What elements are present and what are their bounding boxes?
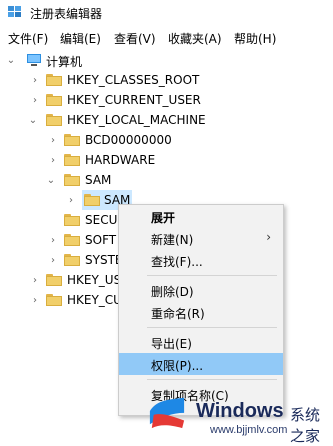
folder-icon bbox=[46, 74, 62, 86]
menu-help[interactable]: 帮助(H) bbox=[234, 30, 276, 47]
tree-item-hku[interactable]: › HKEY_US bbox=[0, 270, 122, 290]
menu-item-new[interactable]: 新建(N) › bbox=[119, 227, 283, 249]
tree-label: HKEY_US bbox=[67, 273, 122, 287]
folder-icon bbox=[64, 174, 80, 186]
tree-item-hkcu[interactable]: › HKEY_CURRENT_USER bbox=[0, 90, 333, 110]
menu-item-expand[interactable]: 展开 bbox=[119, 205, 283, 227]
tree-item-soft[interactable]: › SOFT bbox=[0, 230, 120, 250]
folder-icon bbox=[46, 114, 62, 126]
chevron-right-icon[interactable]: › bbox=[66, 194, 76, 206]
menu-edit[interactable]: 编辑(E) bbox=[60, 30, 101, 47]
tree-item-hardware[interactable]: › HARDWARE bbox=[0, 150, 333, 170]
tree-item-sam[interactable]: ⌄ SAM bbox=[0, 170, 333, 190]
menu-file[interactable]: 文件(F) bbox=[8, 30, 48, 47]
folder-icon bbox=[64, 134, 80, 146]
menu-item-label: 权限(P)... bbox=[151, 359, 204, 373]
menu-item-export[interactable]: 导出(E) bbox=[119, 331, 283, 353]
chevron-right-icon[interactable]: › bbox=[48, 154, 58, 166]
menu-favorites[interactable]: 收藏夹(A) bbox=[168, 30, 222, 47]
window-title: 注册表编辑器 bbox=[30, 7, 103, 21]
folder-icon bbox=[64, 154, 80, 166]
watermark-url: www.bjjmlv.com bbox=[210, 424, 288, 436]
watermark-brand: Windows bbox=[196, 400, 284, 422]
chevron-right-icon[interactable]: › bbox=[48, 134, 58, 146]
menu-bar: 文件(F) 编辑(E) 查看(V) 收藏夹(A) 帮助(H) bbox=[0, 28, 333, 48]
tree-label: 计算机 bbox=[46, 55, 83, 69]
tree-item-system[interactable]: › SYSTE bbox=[0, 250, 123, 270]
computer-icon bbox=[27, 54, 41, 66]
chevron-down-icon[interactable]: ⌄ bbox=[28, 114, 38, 126]
tree-label: BCD00000000 bbox=[85, 133, 172, 147]
menu-item-label: 展开 bbox=[151, 211, 176, 225]
tree-label: SECU bbox=[85, 213, 118, 227]
chevron-right-icon[interactable]: › bbox=[30, 274, 40, 286]
menu-separator bbox=[147, 327, 277, 328]
menu-separator bbox=[147, 379, 277, 380]
menu-item-label: 重命名(R) bbox=[151, 307, 205, 321]
tree-item-hkcr[interactable]: › HKEY_CLASSES_ROOT bbox=[0, 70, 333, 90]
tree-item-secu[interactable]: SECU bbox=[0, 210, 120, 230]
folder-icon bbox=[46, 274, 62, 286]
chevron-right-icon[interactable]: › bbox=[30, 294, 40, 306]
watermark: Windows 系统之家 www.bjjmlv.com bbox=[140, 386, 333, 445]
chevron-down-icon[interactable]: ⌄ bbox=[46, 174, 56, 186]
chevron-right-icon[interactable]: › bbox=[48, 254, 58, 266]
tree-label: HKEY_LOCAL_MACHINE bbox=[67, 113, 206, 127]
tree-label: HKEY_CURRENT_USER bbox=[67, 93, 201, 107]
tree-label: SOFT bbox=[85, 233, 117, 247]
watermark-site-name: 系统之家 bbox=[290, 406, 321, 445]
tree-label: HARDWARE bbox=[85, 153, 156, 167]
tree-item-bcd[interactable]: › BCD00000000 bbox=[0, 130, 333, 150]
title-bar: 注册表编辑器 bbox=[0, 0, 333, 26]
tree-item-hklm[interactable]: ⌄ HKEY_LOCAL_MACHINE bbox=[0, 110, 333, 130]
tree-item-computer[interactable]: ⌄ 计算机 bbox=[0, 50, 333, 70]
folder-icon bbox=[84, 194, 100, 206]
folder-icon bbox=[64, 254, 80, 266]
tree-label: HKEY_CU bbox=[67, 293, 122, 307]
menu-item-label: 查找(F)... bbox=[151, 255, 203, 269]
chevron-right-icon[interactable]: › bbox=[48, 234, 58, 246]
folder-icon bbox=[46, 294, 62, 306]
menu-item-label: 新建(N) bbox=[151, 233, 194, 247]
tree-label: HKEY_CLASSES_ROOT bbox=[67, 73, 200, 87]
menu-separator bbox=[147, 275, 277, 276]
context-menu: 展开 新建(N) › 查找(F)... 删除(D) 重命名(R) 导出(E) 权… bbox=[118, 204, 284, 416]
menu-item-label: 导出(E) bbox=[151, 337, 192, 351]
chevron-right-icon[interactable]: › bbox=[30, 94, 40, 106]
tree-label: SAM bbox=[85, 173, 112, 187]
menu-item-label: 删除(D) bbox=[151, 285, 194, 299]
folder-icon bbox=[64, 234, 80, 246]
menu-item-delete[interactable]: 删除(D) bbox=[119, 279, 283, 301]
windows-logo-icon bbox=[149, 397, 185, 429]
folder-icon bbox=[46, 94, 62, 106]
menu-item-permissions[interactable]: 权限(P)... bbox=[119, 353, 283, 375]
submenu-arrow-icon: › bbox=[266, 230, 271, 244]
chevron-down-icon[interactable]: ⌄ bbox=[6, 54, 16, 66]
chevron-right-icon[interactable]: › bbox=[30, 74, 40, 86]
tree-label: SYSTE bbox=[85, 253, 123, 267]
folder-icon bbox=[64, 214, 80, 226]
registry-editor-icon bbox=[8, 6, 21, 17]
menu-view[interactable]: 查看(V) bbox=[114, 30, 156, 47]
menu-item-rename[interactable]: 重命名(R) bbox=[119, 301, 283, 323]
menu-item-find[interactable]: 查找(F)... bbox=[119, 249, 283, 271]
tree-item-hkcc[interactable]: › HKEY_CU bbox=[0, 290, 122, 310]
